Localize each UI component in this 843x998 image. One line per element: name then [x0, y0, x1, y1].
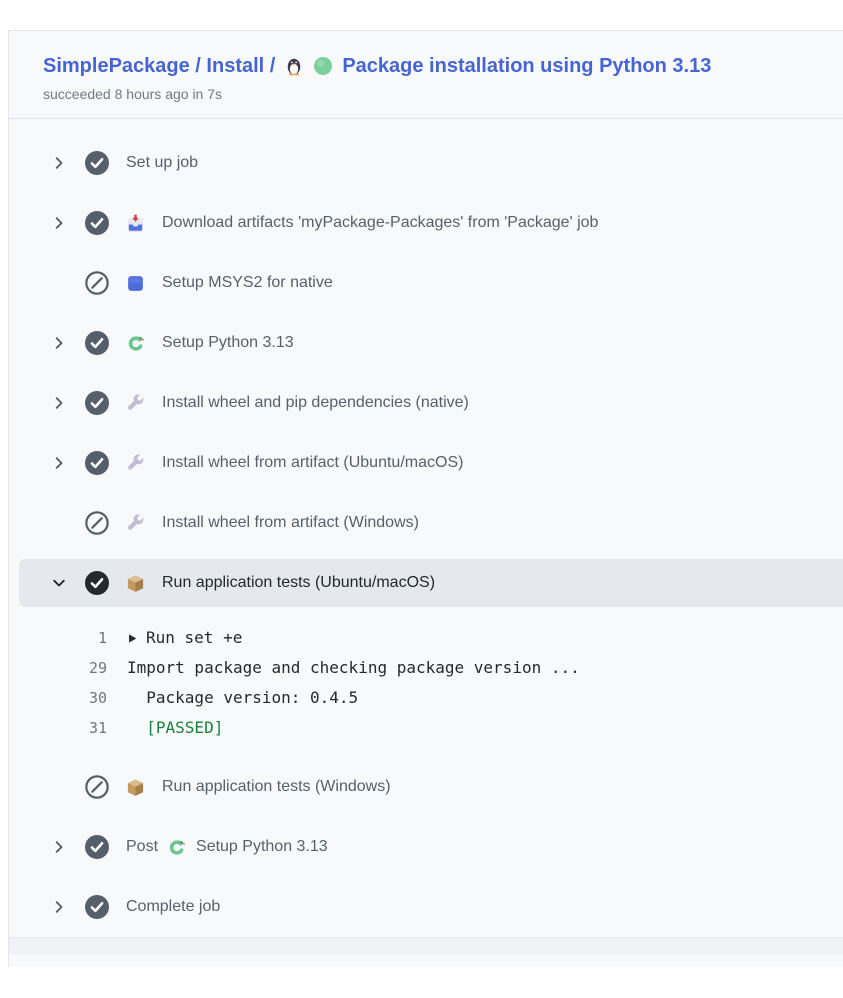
green-circle-icon [313, 56, 333, 76]
step-label: Run application tests (Ubuntu/macOS) [162, 574, 435, 592]
footer-band [9, 937, 843, 954]
log-output: 1 Run set +e 29 Import package and checking… [9, 607, 843, 757]
job-run-panel: SimplePackage / Install / Package instal… [8, 30, 843, 967]
success-check-icon [85, 835, 109, 859]
chevron-right-icon[interactable] [51, 215, 67, 231]
penguin-icon [284, 56, 304, 76]
step-row[interactable]: Post Setup Python 3.13 [9, 817, 843, 877]
step-label: Setup Python 3.13 [162, 334, 294, 352]
inbox-tray-icon [126, 214, 145, 233]
step-row[interactable]: Install wheel from artifact (Ubuntu/macO… [9, 433, 843, 493]
log-text: Package version: 0.4.5 [127, 683, 358, 713]
step-label: Set up job [126, 154, 198, 172]
success-check-icon [85, 895, 109, 919]
page-title: SimplePackage / Install / Package instal… [43, 53, 823, 79]
chevron-right-icon[interactable] [51, 395, 67, 411]
success-check-icon [85, 451, 109, 475]
chevron-right-icon[interactable] [51, 899, 67, 915]
step-row[interactable]: Setup Python 3.13 [9, 313, 843, 373]
success-check-icon [85, 211, 109, 235]
log-text: Import package and checking package vers… [127, 653, 580, 683]
play-icon[interactable] [127, 633, 138, 644]
success-check-icon [85, 571, 109, 595]
step-label: Setup Python 3.13 [196, 838, 328, 856]
success-check-icon [85, 331, 109, 355]
chevron-right-icon[interactable] [51, 335, 67, 351]
python-snake-icon [167, 838, 186, 857]
step-row[interactable]: Install wheel and pip dependencies (nati… [9, 373, 843, 433]
python-snake-icon [126, 334, 145, 353]
log-line-number[interactable]: 31 [64, 713, 107, 743]
log-text-passed: [PASSED] [127, 713, 223, 743]
log-line: 30 Package version: 0.4.5 [9, 683, 843, 713]
step-label: Install wheel from artifact (Windows) [162, 514, 419, 532]
package-icon [126, 574, 145, 593]
log-line-number[interactable]: 30 [64, 683, 107, 713]
skipped-icon [85, 271, 109, 295]
step-label-prefix: Post [126, 838, 158, 856]
step-label: Install wheel and pip dependencies (nati… [162, 394, 469, 412]
step-label: Install wheel from artifact (Ubuntu/macO… [162, 454, 463, 472]
success-check-icon [85, 151, 109, 175]
skipped-icon [85, 511, 109, 535]
steps-list: Set up job Download artifacts 'myPackage… [9, 119, 843, 937]
log-line-number[interactable]: 1 [64, 623, 107, 653]
step-row[interactable]: Complete job [9, 877, 843, 937]
job-title: Package installation using Python 3.13 [342, 53, 711, 79]
log-line-number[interactable]: 29 [64, 653, 107, 683]
step-row[interactable]: Install wheel from artifact (Windows) [9, 493, 843, 553]
skipped-icon [85, 775, 109, 799]
log-line: 31 [PASSED] [9, 713, 843, 743]
chevron-down-icon[interactable] [51, 575, 67, 591]
chevron-right-icon[interactable] [51, 155, 67, 171]
success-check-icon [85, 391, 109, 415]
blue-square-icon [126, 274, 145, 293]
step-label: Download artifacts 'myPackage-Packages' … [162, 214, 598, 232]
log-line: 1 Run set +e [9, 623, 843, 653]
chevron-right-icon[interactable] [51, 839, 67, 855]
step-row[interactable]: Run application tests (Ubuntu/macOS) [19, 559, 843, 607]
wrench-icon [126, 394, 145, 413]
job-header: SimplePackage / Install / Package instal… [9, 31, 843, 119]
breadcrumb-link[interactable]: SimplePackage / Install / [43, 53, 275, 79]
job-status-text: succeeded 8 hours ago in 7s [43, 86, 823, 102]
step-label: Setup MSYS2 for native [162, 274, 333, 292]
step-row[interactable]: Set up job [9, 133, 843, 193]
step-label: Run application tests (Windows) [162, 778, 391, 796]
package-icon [126, 778, 145, 797]
step-row[interactable]: Run application tests (Windows) [9, 757, 843, 817]
log-text: Run set +e [127, 623, 242, 653]
step-label: Complete job [126, 898, 220, 916]
log-line: 29 Import package and checking package ve… [9, 653, 843, 683]
step-row[interactable]: Download artifacts 'myPackage-Packages' … [9, 193, 843, 253]
wrench-icon [126, 514, 145, 533]
chevron-right-icon[interactable] [51, 455, 67, 471]
wrench-icon [126, 454, 145, 473]
step-row[interactable]: Setup MSYS2 for native [9, 253, 843, 313]
